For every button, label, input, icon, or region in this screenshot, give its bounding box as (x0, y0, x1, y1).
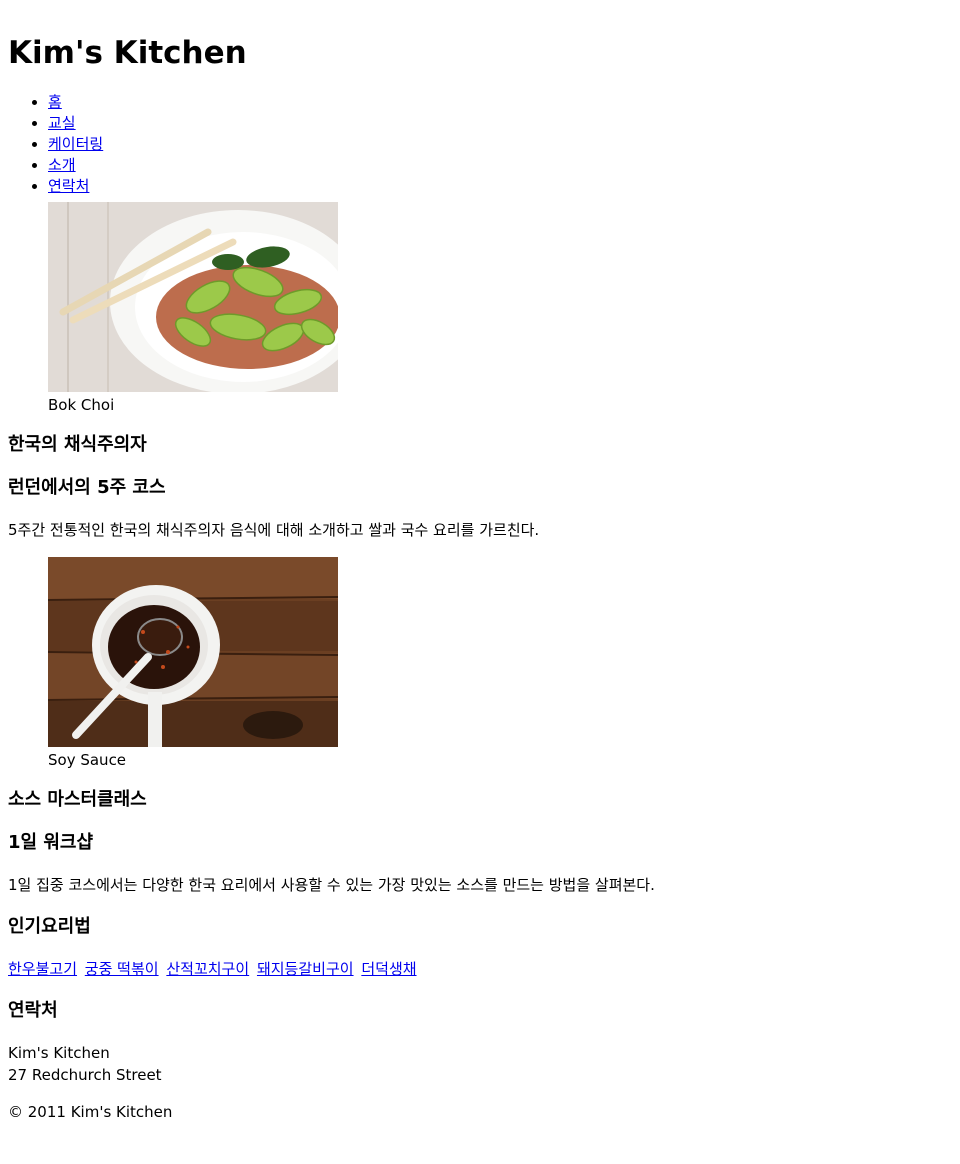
bok-choi-caption: Bok Choi (48, 396, 115, 414)
soy-sauce-photo (48, 557, 338, 747)
nav-item-classes: 교실 (48, 113, 952, 134)
bok-choi-figure: Bok Choi (8, 202, 952, 415)
nav-link-about[interactable]: 소개 (48, 156, 76, 174)
class-subheading-vegetarian: 런던에서의 5주 코스 (8, 477, 166, 498)
recipe-link-tteokbokki[interactable]: 궁중 떡볶이 (85, 960, 159, 978)
class-heading-vegetarian: 한국의 채식주의자 (8, 434, 147, 455)
nav-item-catering: 케이터링 (48, 134, 952, 155)
nav-item-contact: 연락처 (48, 176, 952, 197)
footer-copyright: © 2011 Kim's Kitchen (8, 1103, 173, 1121)
nav-link-home[interactable]: 홈 (48, 93, 62, 111)
class-heading-sauce: 소스 마스터클래스 (8, 789, 147, 810)
nav-item-home: 홈 (48, 92, 952, 113)
recipe-link-pork-ribs[interactable]: 돼지등갈비구이 (257, 960, 354, 978)
soy-sauce-figure: Soy Sauce (8, 557, 952, 770)
contact-address: Kim's Kitchen 27 Redchurch Street (8, 1042, 952, 1086)
class-description-vegetarian: 5주간 전통적인 한국의 채식주의자 음식에 대해 소개하고 쌀과 국수 요리를… (8, 521, 540, 539)
recipe-link-sanjeok[interactable]: 산적꼬치구이 (166, 960, 249, 978)
soy-sauce-caption: Soy Sauce (48, 751, 127, 769)
main-nav: 홈 교실 케이터링 소개 연락처 (8, 92, 952, 197)
bok-choi-photo (48, 202, 338, 392)
recipes-heading: 인기요리법 (8, 916, 91, 937)
nav-item-about: 소개 (48, 155, 952, 176)
recipe-links: 한우불고기 궁중 떡볶이 산적꼬치구이 돼지등갈비구이 더덕생채 (8, 958, 952, 980)
site-title: Kim's Kitchen (8, 35, 247, 71)
nav-link-contact[interactable]: 연락처 (48, 177, 89, 195)
contact-street: 27 Redchurch Street (8, 1066, 162, 1084)
recipe-link-deodeok[interactable]: 더덕생채 (361, 960, 416, 978)
class-subheading-sauce: 1일 워크샵 (8, 832, 94, 853)
nav-link-classes[interactable]: 교실 (48, 114, 76, 132)
class-description-sauce: 1일 집중 코스에서는 다양한 한국 요리에서 사용할 수 있는 가장 맛있는 … (8, 876, 655, 894)
contact-name: Kim's Kitchen (8, 1044, 110, 1062)
nav-link-catering[interactable]: 케이터링 (48, 135, 103, 153)
recipe-link-bulgogi[interactable]: 한우불고기 (8, 960, 77, 978)
contact-heading: 연락처 (8, 1000, 58, 1021)
